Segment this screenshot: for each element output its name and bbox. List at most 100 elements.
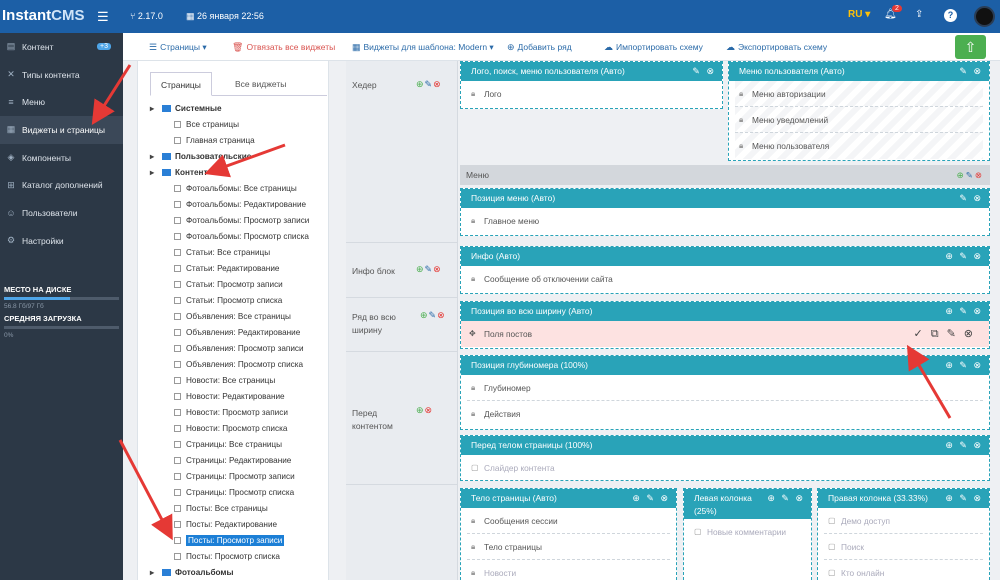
sidebar-item-menu[interactable]: ≡ Меню — [0, 88, 123, 116]
widget-item[interactable]: ▢ Слайдер контента — [467, 455, 983, 481]
widget-item[interactable]: 🔒︎ Сообщения сессии — [467, 508, 670, 534]
share-icon[interactable]: ⇪ — [915, 9, 923, 20]
widget-item[interactable]: 🔒︎ Лого — [467, 81, 716, 107]
tree-page-item[interactable]: Статьи: Просмотр записи — [150, 277, 327, 293]
widget-item[interactable]: 🔒︎ Главное меню — [467, 208, 983, 234]
logo[interactable]: InstantCMS — [2, 7, 85, 24]
delete-icon[interactable]: ⊗ — [433, 79, 442, 89]
expand-toggle-icon[interactable]: ▸ — [150, 565, 154, 580]
tree-page-item[interactable]: Объявления: Просмотр списка — [150, 357, 327, 373]
expand-toggle-icon[interactable]: ▸ — [150, 149, 154, 165]
tree-page-item[interactable]: Новости: Просмотр записи — [150, 405, 327, 421]
plus-icon[interactable]: ⊕ — [416, 79, 425, 89]
edit-icon[interactable]: ✎ — [429, 310, 438, 320]
delete-icon[interactable]: ⊗ — [433, 264, 442, 274]
tree-folder[interactable]: ▸ Фотоальбомы — [150, 565, 327, 580]
widget-item[interactable]: 🔒︎ Новости — [467, 560, 670, 580]
tree-page-item[interactable]: Статьи: Все страницы — [150, 245, 327, 261]
tree-page-item[interactable]: Посты: Просмотр списка — [150, 549, 327, 565]
widget-item[interactable]: ▢ Кто онлайн — [824, 560, 983, 580]
plus-icon[interactable]: ⊕ — [416, 405, 425, 415]
widget-item-highlighted[interactable]: ✥ Поля постов ✓⧉✎⊗ — [461, 321, 989, 347]
position-actions[interactable]: ⊕ ✎ ⊗ — [767, 489, 805, 508]
widget-item[interactable]: 🔒︎ Меню уведомлений — [735, 107, 983, 133]
tree-page-item[interactable]: Посты: Редактирование — [150, 517, 327, 533]
position-actions[interactable]: ⊕ ✎ ⊗ — [632, 489, 670, 508]
export-scheme-button[interactable]: ☁ Экспортировать схему — [726, 42, 827, 53]
widget-item[interactable]: ▢ Поиск — [824, 534, 983, 560]
add-row-button[interactable]: ⊕ Добавить ряд — [507, 42, 572, 53]
tree-page-item[interactable]: Страницы: Редактирование — [150, 453, 327, 469]
delete-icon[interactable]: ⊗ — [437, 310, 446, 320]
language-selector[interactable]: RU ▾ — [848, 9, 870, 20]
tab-pages[interactable]: Страницы — [150, 72, 212, 96]
row-controls[interactable]: ⊕⊗ — [416, 405, 438, 416]
upload-arrow-button[interactable]: ⇧ — [955, 35, 986, 59]
delete-icon[interactable]: ⊗ — [425, 405, 434, 415]
position-actions[interactable]: ✎ ⊗ — [692, 62, 716, 81]
tree-page-item[interactable]: Фотоальбомы: Редактирование — [150, 197, 327, 213]
edit-icon[interactable]: ✎ — [947, 328, 964, 340]
tree-page-item[interactable]: Объявления: Просмотр записи — [150, 341, 327, 357]
widget-item[interactable]: ▢ Новые комментарии — [690, 519, 805, 545]
copy-icon[interactable]: ⧉ — [931, 328, 947, 340]
tree-page-item[interactable]: Статьи: Просмотр списка — [150, 293, 327, 309]
tree-page-item[interactable]: Новости: Редактирование — [150, 389, 327, 405]
tree-page-item[interactable]: Страницы: Просмотр списка — [150, 485, 327, 501]
position-actions[interactable]: ✎ ⊗ — [959, 62, 983, 81]
unbind-all-button[interactable]: 🗑︎ Отвязать все виджеты — [232, 42, 335, 53]
sidebar-item-addons[interactable]: ⊞ Каталог дополнений — [0, 171, 123, 199]
tree-page-item[interactable]: Объявления: Все страницы — [150, 309, 327, 325]
tree-page-item[interactable]: Фотоальбомы: Все страницы — [150, 181, 327, 197]
tree-page-item[interactable]: Новости: Все страницы — [150, 373, 327, 389]
version-label[interactable]: ⑂ 2.17.0 — [130, 11, 163, 21]
check-icon[interactable]: ✓ — [913, 328, 930, 340]
move-icon[interactable]: ✥ — [469, 321, 476, 347]
tree-page-item[interactable]: Страницы: Просмотр записи — [150, 469, 327, 485]
sidebar-item-widgets[interactable]: ▦ Виджеты и страницы — [0, 116, 123, 144]
tree-page-item[interactable]: Посты: Все страницы — [150, 501, 327, 517]
tree-page-item[interactable]: Новости: Просмотр списка — [150, 421, 327, 437]
position-actions[interactable]: ⊕ ✎ ⊗ — [945, 436, 983, 455]
sidebar-item-content-types[interactable]: ✕ Типы контента — [0, 61, 123, 89]
delete-icon[interactable]: ⊗ — [964, 328, 981, 340]
hamburger-menu-icon[interactable]: ☰ — [97, 9, 109, 25]
tree-page-item[interactable]: Все страницы — [150, 117, 327, 133]
sidebar-item-components[interactable]: ◈ Компоненты — [0, 144, 123, 172]
menu-row-controls[interactable]: ⊕✎⊗ — [957, 165, 984, 185]
edit-icon[interactable]: ✎ — [425, 79, 434, 89]
sidebar-item-users[interactable]: ☺ Пользователи — [0, 199, 123, 227]
tree-folder[interactable]: ▸ Системные — [150, 101, 327, 117]
pages-dropdown[interactable]: ☰ Страницы ▾ — [149, 42, 207, 53]
position-actions[interactable]: ⊕ ✎ ⊗ — [945, 489, 983, 508]
row-controls[interactable]: ⊕✎⊗ — [420, 310, 445, 321]
tree-folder[interactable]: ▸ Контент — [150, 165, 327, 181]
avatar[interactable] — [974, 6, 995, 27]
tree-page-item[interactable]: Главная страница — [150, 133, 327, 149]
tree-page-item[interactable]: Фотоальбомы: Просмотр записи — [150, 213, 327, 229]
tree-page-item[interactable]: Страницы: Все страницы — [150, 437, 327, 453]
widget-item[interactable]: 🔒︎ Тело страницы — [467, 534, 670, 560]
widget-item[interactable]: 🔒︎ Меню пользователя — [735, 133, 983, 159]
tab-all-widgets[interactable]: Все виджеты — [225, 72, 296, 96]
position-actions[interactable]: ⊕ ✎ ⊗ — [945, 356, 983, 375]
position-actions[interactable]: ⊕ ✎ ⊗ — [945, 247, 983, 266]
widget-item[interactable]: 🔒︎ Меню авторизации — [735, 81, 983, 107]
tree-folder[interactable]: ▸ Пользовательские — [150, 149, 327, 165]
sidebar-item-settings[interactable]: ⚙ Настройки — [0, 227, 123, 255]
plus-icon[interactable]: ⊕ — [416, 264, 425, 274]
tree-page-item[interactable]: Фотоальбомы: Просмотр списка — [150, 229, 327, 245]
widget-item[interactable]: 🔒︎ Глубиномер — [467, 375, 983, 401]
widget-item[interactable]: 🔒︎ Действия — [467, 401, 983, 427]
plus-icon[interactable]: ⊕ — [420, 310, 429, 320]
row-controls[interactable]: ⊕✎⊗ — [416, 79, 442, 90]
tree-page-item[interactable]: Объявления: Редактирование — [150, 325, 327, 341]
widget-item[interactable]: 🔒︎ Сообщение об отключении сайта — [467, 266, 983, 292]
row-controls[interactable]: ⊕✎⊗ — [416, 264, 442, 275]
tree-page-item[interactable]: Посты: Просмотр записи — [150, 533, 327, 549]
sidebar-item-content[interactable]: ▤ Контент +3 — [0, 33, 123, 61]
edit-icon[interactable]: ✎ — [425, 264, 434, 274]
position-actions[interactable]: ⊕ ✎ ⊗ — [945, 302, 983, 321]
expand-toggle-icon[interactable]: ▸ — [150, 101, 154, 117]
widget-item[interactable]: ▢ Демо доступ — [824, 508, 983, 534]
